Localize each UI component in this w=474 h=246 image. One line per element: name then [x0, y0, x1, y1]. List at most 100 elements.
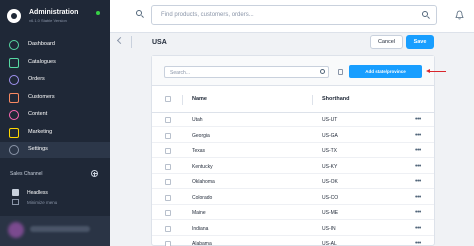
user-profile[interactable] — [0, 216, 110, 246]
row-checkbox[interactable] — [165, 210, 171, 216]
state-shorthand: US-UT — [322, 117, 338, 123]
filter-icon[interactable] — [338, 69, 343, 75]
state-name: Georgia — [192, 132, 210, 139]
sidebar-item-label: Dashboard — [28, 41, 55, 47]
state-shorthand: US-KY — [322, 163, 338, 170]
cancel-button[interactable]: Cancel — [370, 35, 403, 49]
state-name: Maine — [192, 210, 206, 216]
orders-icon — [9, 75, 19, 85]
table-row[interactable]: Maine US-ME ••• — [152, 207, 434, 220]
row-actions-menu-icon[interactable]: ••• — [415, 209, 421, 216]
table-row[interactable]: Indiana US-IN ••• — [152, 223, 434, 236]
state-name: Texas — [192, 148, 206, 154]
sidebar-item-catalogues[interactable]: Catalogues — [0, 55, 110, 71]
row-checkbox[interactable] — [165, 163, 171, 170]
table-row[interactable]: Georgia US-GA ••• — [152, 130, 434, 143]
table-row[interactable]: Utah US-UT ••• — [152, 114, 434, 127]
column-divider — [182, 95, 183, 105]
add-sales-channel-icon[interactable] — [91, 170, 98, 177]
brand-header: Administration v6.1.0 Stable Version — [0, 0, 110, 33]
sidebar-item-orders[interactable]: Orders — [0, 72, 110, 88]
sidebar-item-content[interactable]: Content — [0, 107, 110, 123]
row-actions-menu-icon[interactable]: ••• — [415, 240, 421, 246]
row-actions-menu-icon[interactable]: ••• — [415, 132, 421, 139]
sidebar-item-label: Marketing — [28, 128, 53, 135]
state-search-placeholder: Search... — [170, 70, 191, 76]
dashboard-icon — [9, 40, 19, 50]
state-name: Colorado — [192, 194, 213, 201]
states-card: Search... Add state/province Name Shorth… — [151, 55, 446, 246]
add-state-button[interactable]: Add state/province — [349, 65, 422, 78]
sidebar-item-settings[interactable]: Settings — [0, 142, 110, 158]
state-name: Oklahoma — [192, 179, 215, 185]
row-actions-menu-icon[interactable]: ••• — [415, 194, 421, 201]
minimize-menu-button[interactable]: Minimize menu — [27, 200, 57, 205]
column-divider — [312, 95, 313, 105]
sidebar-item-label: Content — [28, 111, 48, 117]
row-checkbox[interactable] — [165, 225, 171, 232]
global-search-input[interactable]: Find products, customers, orders... — [151, 5, 437, 25]
table-header: Name Shorthand — [152, 87, 434, 113]
headless-icon — [12, 189, 19, 196]
table-row[interactable]: Oklahoma US-OK ••• — [152, 176, 434, 189]
state-shorthand: US-TX — [322, 148, 337, 154]
annotation-arrow-line — [428, 71, 446, 72]
content-icon — [9, 110, 19, 120]
sidebar-item-customers[interactable]: Customers — [0, 90, 110, 106]
sidebar-item-headless[interactable]: Headless — [27, 190, 48, 196]
table-row[interactable]: Colorado US-CO ••• — [152, 192, 434, 205]
avatar — [8, 222, 24, 238]
card-toolbar: Search... Add state/province — [152, 56, 446, 86]
column-header-name[interactable]: Name — [192, 96, 207, 102]
user-name-blurred — [30, 226, 90, 232]
sales-channel-heading: Sales Channel — [10, 171, 43, 177]
state-name: Indiana — [192, 225, 209, 232]
table-row[interactable]: Kentucky US-KY ••• — [152, 161, 434, 174]
row-actions-menu-icon[interactable]: ••• — [415, 225, 421, 232]
bell-icon[interactable] — [455, 10, 464, 20]
settings-icon — [9, 145, 19, 155]
row-checkbox[interactable] — [165, 117, 171, 123]
row-checkbox[interactable] — [165, 194, 171, 201]
search-icon — [136, 10, 142, 16]
status-online-icon — [96, 11, 100, 15]
page-title: USA — [152, 39, 167, 46]
state-shorthand: US-OK — [322, 179, 338, 185]
search-icon — [422, 11, 428, 17]
search-icon — [320, 69, 325, 74]
sidebar-item-label: Customers — [28, 93, 55, 100]
table-row[interactable]: Texas US-TX ••• — [152, 145, 434, 158]
column-header-shorthand[interactable]: Shorthand — [322, 96, 350, 102]
row-actions-menu-icon[interactable]: ••• — [415, 147, 421, 154]
sidebar: Administration v6.1.0 Stable Version Das… — [0, 0, 110, 246]
state-shorthand: US-IN — [322, 225, 336, 232]
sidebar-item-label: Catalogues — [28, 58, 56, 65]
state-shorthand: US-CO — [322, 194, 339, 201]
state-search-input[interactable]: Search... — [164, 66, 329, 78]
sidebar-item-label: Orders — [28, 76, 45, 82]
state-name: Utah — [192, 117, 203, 123]
state-name: Kentucky — [192, 163, 213, 170]
row-checkbox[interactable] — [165, 132, 171, 139]
app-title: Administration — [29, 9, 79, 16]
row-actions-menu-icon[interactable]: ••• — [415, 178, 421, 185]
select-all-checkbox[interactable] — [165, 96, 171, 102]
sidebar-item-dashboard[interactable]: Dashboard — [0, 37, 110, 53]
catalogues-icon — [9, 57, 19, 68]
app-version: v6.1.0 Stable Version — [29, 18, 67, 23]
sidebar-item-label: Settings — [28, 146, 48, 152]
row-checkbox[interactable] — [165, 241, 171, 246]
state-shorthand: US-AL — [322, 241, 337, 246]
row-actions-menu-icon[interactable]: ••• — [415, 116, 421, 123]
row-checkbox[interactable] — [165, 148, 171, 154]
row-actions-menu-icon[interactable]: ••• — [415, 163, 421, 170]
save-button[interactable]: Save — [406, 35, 434, 49]
row-checkbox[interactable] — [165, 179, 171, 185]
divider — [131, 36, 132, 48]
state-shorthand: US-GA — [322, 132, 338, 139]
shopware-logo-icon — [7, 9, 21, 23]
table-row[interactable]: Alabama US-AL ••• — [152, 238, 434, 246]
global-search-placeholder: Find products, customers, orders... — [161, 12, 254, 18]
sidebar-item-marketing[interactable]: Marketing — [0, 125, 110, 141]
annotation-arrow-icon — [426, 69, 430, 73]
